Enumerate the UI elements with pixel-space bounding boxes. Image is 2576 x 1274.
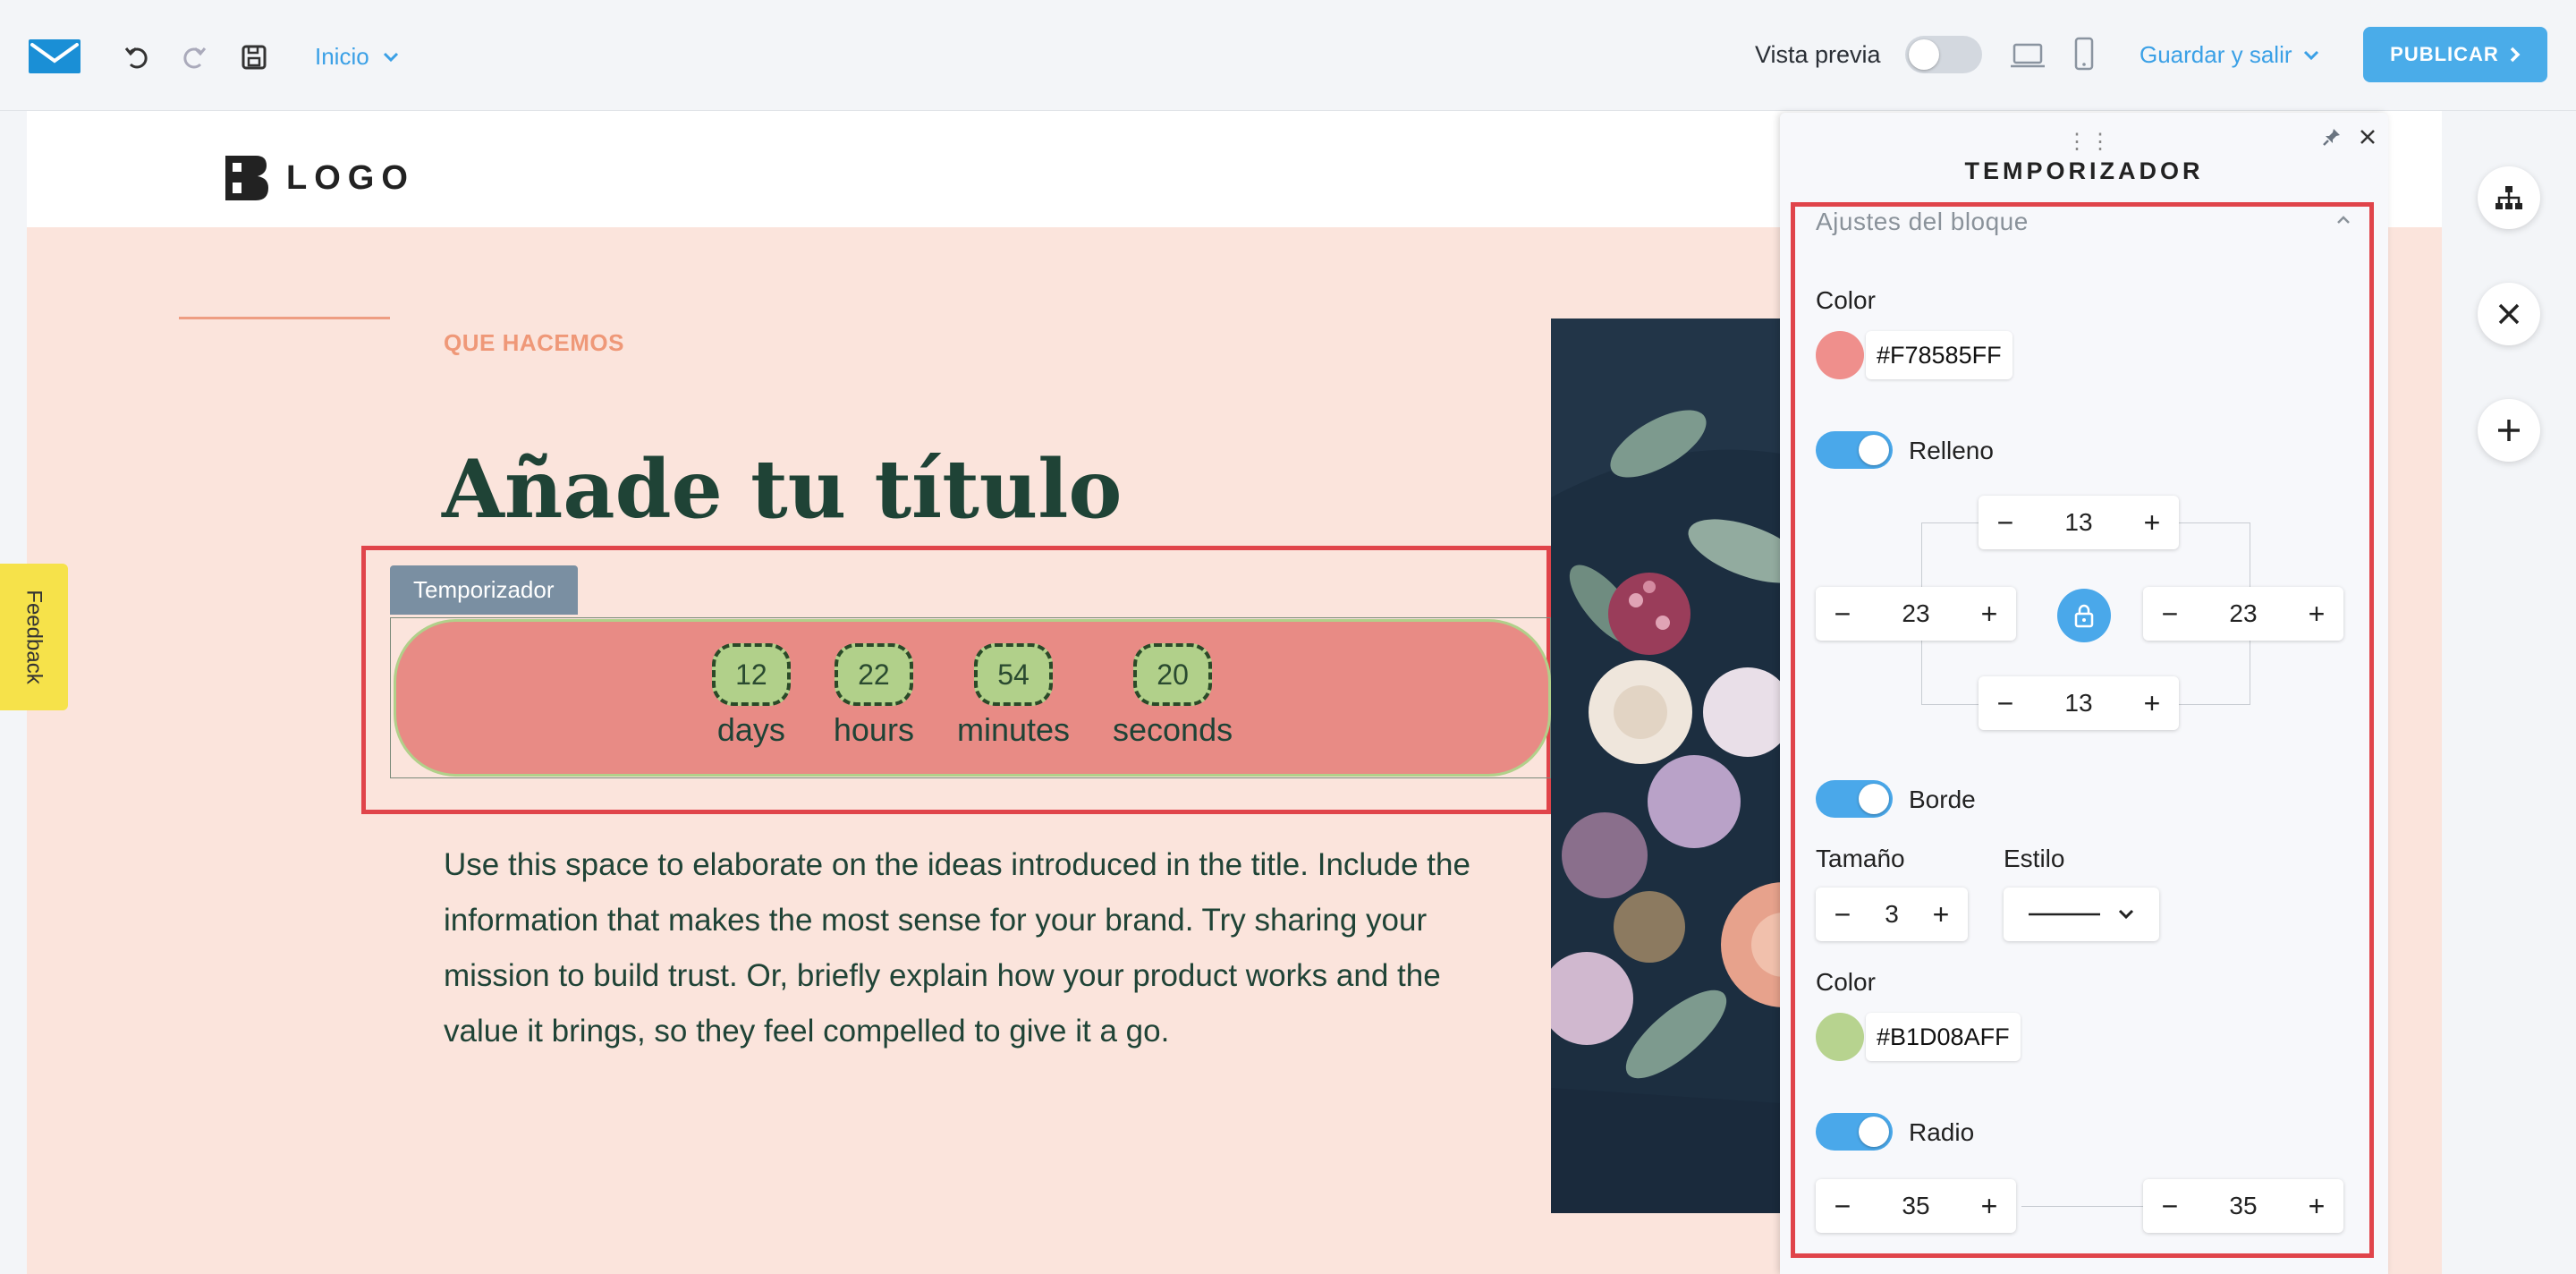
padding-bottom-value[interactable]: 13 (2032, 689, 2125, 718)
minus-icon[interactable]: − (1816, 587, 1869, 641)
save-and-exit-label: Guardar y salir (2140, 41, 2292, 68)
block-settings-header[interactable]: Ajustes del bloque (1816, 208, 2029, 236)
timer-seconds-label: seconds (1113, 711, 1233, 748)
solid-line-icon (2029, 913, 2100, 916)
chevron-down-icon (2303, 50, 2318, 60)
publish-button[interactable]: PUBLICAR (2363, 27, 2547, 82)
plus-icon[interactable]: + (2125, 496, 2179, 549)
undo-icon[interactable] (122, 41, 154, 73)
preview-label: Vista previa (1755, 41, 1881, 68)
body-paragraph[interactable]: Use this space to elaborate on the ideas… (444, 837, 1517, 1059)
radius-label: Radio (1909, 1118, 1975, 1146)
hero-title[interactable]: Añade tu título (442, 442, 1122, 537)
plus-icon[interactable]: + (1962, 587, 2016, 641)
section-eyebrow[interactable]: QUE HACEMOS (444, 329, 624, 357)
border-style-select[interactable] (2004, 888, 2159, 941)
timer-unit-days: 12 days (711, 643, 791, 774)
minus-icon[interactable]: − (1816, 888, 1869, 941)
feedback-label: Feedback (22, 590, 47, 684)
chevron-right-icon (2510, 47, 2521, 63)
border-color-label: Color (1816, 968, 1876, 996)
timer-unit-hours: 22 hours (834, 643, 914, 774)
plus-icon[interactable]: + (2290, 1179, 2343, 1233)
timer-block-tag[interactable]: Temporizador (390, 565, 578, 615)
site-logo[interactable]: LOGO (222, 154, 415, 202)
radius-right-stepper[interactable]: − 35 + (2143, 1179, 2343, 1233)
drag-handle-icon[interactable]: ⋮⋮ (2066, 129, 2113, 155)
accent-line (179, 317, 390, 319)
timer-hours-value: 22 (834, 643, 913, 706)
fill-toggle[interactable] (1816, 431, 1893, 469)
plus-icon[interactable]: + (2125, 676, 2179, 730)
timer-unit-seconds: 20 seconds (1113, 643, 1233, 774)
plus-icon[interactable]: + (1962, 1179, 2016, 1233)
timer-settings-panel: ⋮⋮ TEMPORIZADOR Ajustes del bloque Color… (1780, 113, 2388, 1274)
padding-bottom-stepper[interactable]: − 13 + (1979, 676, 2179, 730)
mobile-view-icon[interactable] (2068, 37, 2100, 71)
padding-top-value[interactable]: 13 (2032, 508, 2125, 537)
radius-left-stepper[interactable]: − 35 + (1816, 1179, 2016, 1233)
chevron-down-icon (2118, 909, 2134, 920)
minus-icon[interactable]: − (1979, 496, 2032, 549)
close-icon[interactable] (2478, 283, 2540, 345)
radius-connector (2021, 1206, 2156, 1207)
padding-right-value[interactable]: 23 (2197, 599, 2290, 628)
lock-icon[interactable] (2057, 589, 2111, 642)
radius-right-value[interactable]: 35 (2197, 1192, 2290, 1220)
feedback-tab[interactable]: Feedback (0, 564, 68, 710)
size-label: Tamaño (1816, 845, 1905, 872)
timer-seconds-value: 20 (1133, 643, 1213, 706)
timer-days-value: 12 (711, 643, 791, 706)
page-select-label: Inicio (315, 43, 369, 70)
timer-days-label: days (716, 711, 785, 748)
getresponse-logo-icon[interactable] (27, 38, 82, 75)
plus-icon[interactable]: + (2290, 587, 2343, 641)
color-swatch[interactable] (1816, 331, 1864, 379)
save-icon[interactable] (238, 41, 270, 73)
timer-minutes-label: minutes (956, 711, 1071, 748)
flower-bouquet-image[interactable] (1551, 318, 1819, 1213)
redo-icon[interactable] (177, 41, 209, 73)
timer-unit-minutes: 54 minutes (957, 643, 1070, 774)
minus-icon[interactable]: − (1979, 676, 2032, 730)
fill-label: Relleno (1909, 437, 1994, 464)
border-color-hex-input[interactable]: #B1D08AFF (1866, 1013, 2021, 1061)
close-icon[interactable] (2352, 122, 2383, 152)
padding-left-stepper[interactable]: − 23 + (1816, 587, 2016, 641)
desktop-view-icon[interactable] (2009, 39, 2046, 72)
padding-top-stepper[interactable]: − 13 + (1979, 496, 2179, 549)
radius-toggle[interactable] (1816, 1113, 1893, 1151)
publish-label: PUBLICAR (2390, 43, 2499, 65)
minus-icon[interactable]: − (2143, 587, 2197, 641)
countdown-timer[interactable]: 12 days 22 hours 54 minutes 20 seconds (394, 619, 1551, 777)
radius-left-value[interactable]: 35 (1869, 1192, 1962, 1220)
padding-right-stepper[interactable]: − 23 + (2143, 587, 2343, 641)
chevron-down-icon (383, 52, 398, 62)
plus-icon[interactable]: + (1914, 888, 1968, 941)
border-size-value[interactable]: 3 (1869, 900, 1914, 929)
border-label: Borde (1909, 786, 1976, 813)
timer-hours-label: hours (833, 711, 914, 748)
border-color-swatch[interactable] (1816, 1013, 1864, 1061)
timer-minutes-value: 54 (973, 643, 1053, 706)
top-toolbar: Inicio Vista previa Guardar y salir PUBL… (0, 0, 2576, 111)
logo-mark-icon (225, 156, 268, 200)
chevron-up-icon[interactable] (2331, 208, 2356, 233)
save-and-exit-button[interactable]: Guardar y salir (2140, 41, 2319, 69)
border-toggle[interactable] (1816, 780, 1893, 818)
style-label: Estilo (2004, 845, 2065, 872)
minus-icon[interactable]: − (1816, 1179, 1869, 1233)
color-label: Color (1816, 286, 1876, 314)
page-select[interactable]: Inicio (315, 43, 400, 71)
preview-toggle[interactable] (1905, 36, 1982, 73)
add-icon[interactable] (2478, 399, 2540, 462)
structure-icon[interactable] (2478, 166, 2540, 229)
logo-text: LOGO (286, 158, 415, 197)
color-hex-input[interactable]: #F78585FF (1866, 331, 2012, 379)
minus-icon[interactable]: − (2143, 1179, 2197, 1233)
panel-title: TEMPORIZADOR (1964, 157, 2204, 184)
border-size-stepper[interactable]: − 3 + (1816, 888, 1968, 941)
pin-icon[interactable] (2317, 122, 2347, 152)
padding-left-value[interactable]: 23 (1869, 599, 1962, 628)
